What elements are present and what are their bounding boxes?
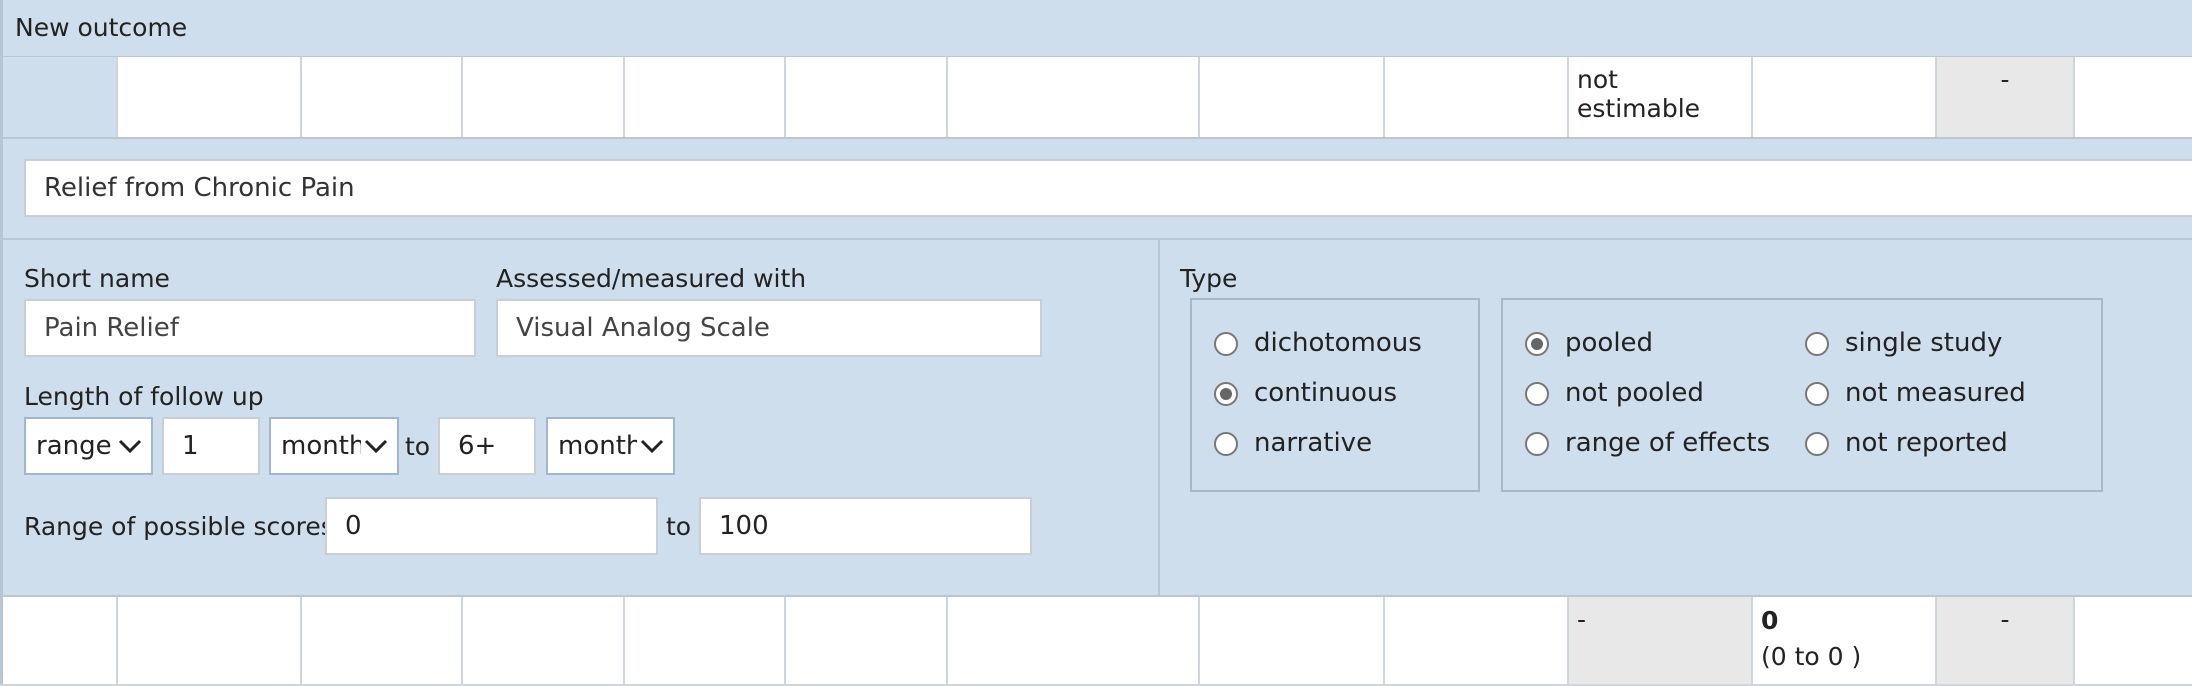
- table-cell[interactable]: [1200, 597, 1385, 684]
- table-cell[interactable]: [302, 597, 463, 684]
- pooling-radio-not-reported[interactable]: [1805, 432, 1829, 456]
- type-radio-dichotomous[interactable]: [1214, 332, 1238, 356]
- effect-value: 0: [1761, 606, 1779, 635]
- pooling-radio-pooled[interactable]: [1525, 332, 1549, 356]
- pooling-label-not-measured: not measured: [1845, 378, 2026, 408]
- pooling-label-not-reported: not reported: [1845, 428, 2008, 458]
- type-label: Type: [1180, 264, 1238, 293]
- table-cell[interactable]: [0, 597, 118, 684]
- short-name-input[interactable]: [24, 299, 476, 357]
- pooling-label-single-study: single study: [1845, 328, 2003, 358]
- summary-row-bottom: - 0 (0 to 0 ) -: [0, 597, 2192, 686]
- effect-range: (0 to 0 ): [1761, 642, 1862, 671]
- follow-up-to-unit-value: months: [558, 431, 637, 461]
- type-label-narrative: narrative: [1254, 428, 1373, 458]
- follow-up-from-unit-select[interactable]: months: [269, 417, 399, 475]
- pooling-label-not-pooled: not pooled: [1565, 378, 1704, 408]
- follow-up-mode-value: range: [36, 431, 112, 461]
- estimate-cell[interactable]: not estimable: [1569, 57, 1753, 137]
- short-name-label: Short name: [24, 264, 170, 293]
- pooling-radio-group: pooled not pooled range of effects singl…: [1501, 298, 2103, 492]
- pooling-radio-not-pooled[interactable]: [1525, 382, 1549, 406]
- table-cell[interactable]: [1385, 597, 1569, 684]
- table-cell[interactable]: [786, 57, 948, 137]
- table-cell[interactable]: [786, 597, 948, 684]
- type-radio-continuous[interactable]: [1214, 382, 1238, 406]
- dash-text: -: [1577, 605, 1587, 634]
- table-cell[interactable]: [463, 597, 625, 684]
- pooling-radio-not-measured[interactable]: [1805, 382, 1829, 406]
- panel-divider-horizontal: [0, 238, 2192, 240]
- dash-cell: -: [1569, 597, 1753, 684]
- estimate-text: not estimable: [1577, 65, 1701, 123]
- assessed-label: Assessed/measured with: [496, 264, 807, 293]
- effect-cell[interactable]: 0 (0 to 0 ): [1753, 597, 1937, 684]
- panel-divider-vertical: [1158, 240, 1160, 597]
- table-cell[interactable]: [625, 597, 786, 684]
- table-cell[interactable]: [2075, 597, 2192, 684]
- follow-up-label: Length of follow up: [24, 382, 264, 411]
- table-cell[interactable]: [1753, 57, 1937, 137]
- type-label-continuous: continuous: [1254, 378, 1397, 408]
- table-cell[interactable]: [118, 57, 302, 137]
- dash-text: -: [2000, 65, 2010, 94]
- type-label-dichotomous: dichotomous: [1254, 328, 1422, 358]
- table-cell[interactable]: [948, 597, 1200, 684]
- chevron-down-icon: [364, 439, 388, 454]
- follow-up-to-label: to: [405, 432, 431, 461]
- table-cell[interactable]: [1200, 57, 1385, 137]
- summary-row-top: not estimable -: [0, 57, 2192, 137]
- dash-cell: -: [1937, 597, 2075, 684]
- chevron-down-icon: [640, 439, 664, 454]
- dash-cell: -: [1937, 57, 2075, 137]
- outcome-name-input[interactable]: [24, 159, 2192, 217]
- table-cell[interactable]: [302, 57, 463, 137]
- follow-up-to-unit-select[interactable]: months: [546, 417, 675, 475]
- pooling-label-range-of-effects: range of effects: [1565, 428, 1771, 458]
- scores-label: Range of possible scores: [24, 512, 334, 541]
- pooling-radio-single-study[interactable]: [1805, 332, 1829, 356]
- table-cell[interactable]: [2075, 57, 2192, 137]
- chevron-down-icon: [118, 439, 142, 454]
- dash-text: -: [2000, 605, 2010, 634]
- table-cell: [0, 57, 118, 137]
- pooling-label-pooled: pooled: [1565, 328, 1654, 358]
- outcome-header: New outcome: [0, 0, 2192, 57]
- table-cell[interactable]: [948, 57, 1200, 137]
- table-cell[interactable]: [1385, 57, 1569, 137]
- table-cell[interactable]: [463, 57, 625, 137]
- type-radio-narrative[interactable]: [1214, 432, 1238, 456]
- follow-up-mode-select[interactable]: range: [24, 417, 153, 475]
- follow-up-to-input[interactable]: [438, 417, 536, 475]
- type-radio-group: dichotomous continuous narrative: [1190, 298, 1480, 492]
- outcome-header-title: New outcome: [15, 13, 188, 42]
- follow-up-from-input[interactable]: [162, 417, 260, 475]
- assessed-input[interactable]: [496, 299, 1042, 357]
- follow-up-from-unit-value: months: [281, 431, 361, 461]
- pooling-radio-range-of-effects[interactable]: [1525, 432, 1549, 456]
- scores-max-input[interactable]: [699, 497, 1032, 555]
- table-cell[interactable]: [118, 597, 302, 684]
- table-cell[interactable]: [625, 57, 786, 137]
- scores-min-input[interactable]: [325, 497, 658, 555]
- scores-to-label: to: [666, 512, 692, 541]
